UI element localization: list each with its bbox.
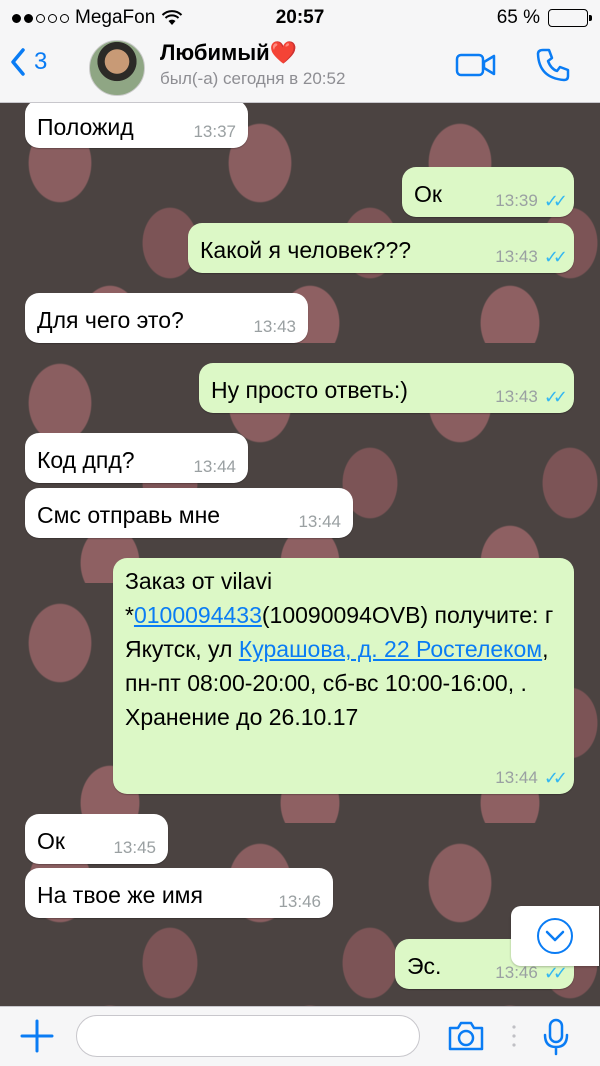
microphone-button[interactable] — [541, 1017, 571, 1057]
message-text: Для чего это? — [37, 307, 184, 333]
message-time: 13:44 — [298, 512, 341, 531]
message-meta: 13:39 ✓✓ — [495, 191, 568, 211]
message-text: Какой я человек??? — [200, 237, 412, 263]
chat-area[interactable]: Положид 13:37 Ок 13:39 ✓✓ Какой я человек… — [0, 103, 600, 1007]
battery-icon — [548, 9, 592, 27]
voice-call-button[interactable] — [534, 46, 572, 84]
message-time: 13:44 — [495, 768, 538, 787]
message-outgoing[interactable]: Заказ от vilavi *0100094433(10090094OVB)… — [113, 558, 574, 794]
message-meta: 13:44 — [193, 457, 236, 477]
read-receipt-icon: ✓✓ — [543, 387, 568, 407]
camera-button[interactable] — [446, 1019, 486, 1053]
message-text: Ок — [37, 828, 65, 854]
chevron-left-icon — [11, 48, 25, 76]
message-input-bar — [0, 1006, 600, 1066]
message-incoming[interactable]: Код дпд? 13:44 — [25, 433, 248, 483]
attach-button[interactable] — [18, 1017, 56, 1055]
avatar[interactable] — [89, 40, 145, 96]
battery-info: 65 % — [496, 7, 592, 29]
message-text: Ок — [414, 181, 442, 207]
video-call-button[interactable] — [455, 50, 497, 80]
message-text: Положид — [37, 114, 134, 140]
message-meta: 13:46 — [278, 892, 321, 912]
divider-dots — [512, 1025, 516, 1047]
message-incoming[interactable]: Положид 13:37 — [25, 103, 248, 148]
message-meta: 13:37 — [193, 122, 236, 142]
contact-name: Любимый❤️ — [160, 40, 345, 66]
message-meta: 13:43 ✓✓ — [495, 247, 568, 267]
read-receipt-icon: ✓✓ — [543, 963, 568, 983]
message-outgoing[interactable]: Ок 13:39 ✓✓ — [402, 167, 574, 217]
message-text: Эс. — [407, 953, 442, 979]
navigation-bar: MegaFon 20:57 65 % 3 Любимый❤️ был(-а) с… — [0, 0, 600, 103]
message-time: 13:43 — [495, 247, 538, 266]
message-incoming[interactable]: Смс отправь мне 13:44 — [25, 488, 353, 538]
message-text: Ну просто ответь:) — [211, 377, 408, 403]
message-text: Код дпд? — [37, 447, 135, 473]
status-bar: MegaFon 20:57 65 % — [0, 0, 600, 36]
message-text: Смс отправь мне — [37, 502, 221, 528]
heart-emoji: ❤️ — [269, 40, 298, 65]
message-outgoing[interactable]: Ну просто ответь:) 13:43 ✓✓ — [199, 363, 574, 413]
address-link[interactable]: Курашова, д. 22 Ростелеком — [239, 636, 542, 662]
message-incoming[interactable]: Ок 13:45 — [25, 814, 168, 864]
message-text: Заказ от vilavi *0100094433(10090094OVB)… — [125, 568, 553, 730]
message-incoming[interactable]: На твое же имя 13:46 — [25, 868, 333, 918]
message-meta: 13:46 ✓✓ — [495, 963, 568, 983]
message-time: 13:37 — [193, 122, 236, 141]
message-time: 13:43 — [253, 317, 296, 336]
chevron-down-circle-icon — [537, 918, 573, 954]
message-input[interactable] — [76, 1015, 420, 1057]
read-receipt-icon: ✓✓ — [543, 191, 568, 211]
scroll-to-bottom-button[interactable] — [511, 906, 599, 966]
battery-percent: 65 % — [496, 7, 540, 28]
chat-header: 3 Любимый❤️ был(-а) сегодня в 20:52 — [0, 36, 600, 102]
last-seen: был(-а) сегодня в 20:52 — [160, 69, 346, 88]
message-meta: 13:43 ✓✓ — [495, 387, 568, 407]
contact-name-text: Любимый — [160, 40, 270, 65]
message-time: 13:45 — [113, 838, 156, 857]
message-time: 13:44 — [193, 457, 236, 476]
read-receipt-icon: ✓✓ — [543, 768, 568, 788]
phone-link[interactable]: 0100094433 — [134, 602, 262, 628]
message-time: 13:46 — [278, 892, 321, 911]
back-button[interactable]: 3 — [10, 48, 47, 76]
message-outgoing[interactable]: Какой я человек??? 13:43 ✓✓ — [188, 223, 574, 273]
message-meta: 13:44 ✓✓ — [495, 768, 568, 788]
unread-count: 3 — [34, 48, 48, 75]
message-time: 13:43 — [495, 387, 538, 406]
message-incoming[interactable]: Для чего это? 13:43 — [25, 293, 308, 343]
message-text: На твое же имя — [37, 882, 203, 908]
message-meta: 13:44 — [298, 512, 341, 532]
message-meta: 13:43 — [253, 317, 296, 337]
message-time: 13:39 — [495, 191, 538, 210]
contact-info[interactable]: Любимый❤️ был(-а) сегодня в 20:52 — [160, 40, 345, 89]
read-receipt-icon: ✓✓ — [543, 247, 568, 267]
message-meta: 13:45 — [113, 838, 156, 858]
message-time: 13:46 — [495, 963, 538, 982]
